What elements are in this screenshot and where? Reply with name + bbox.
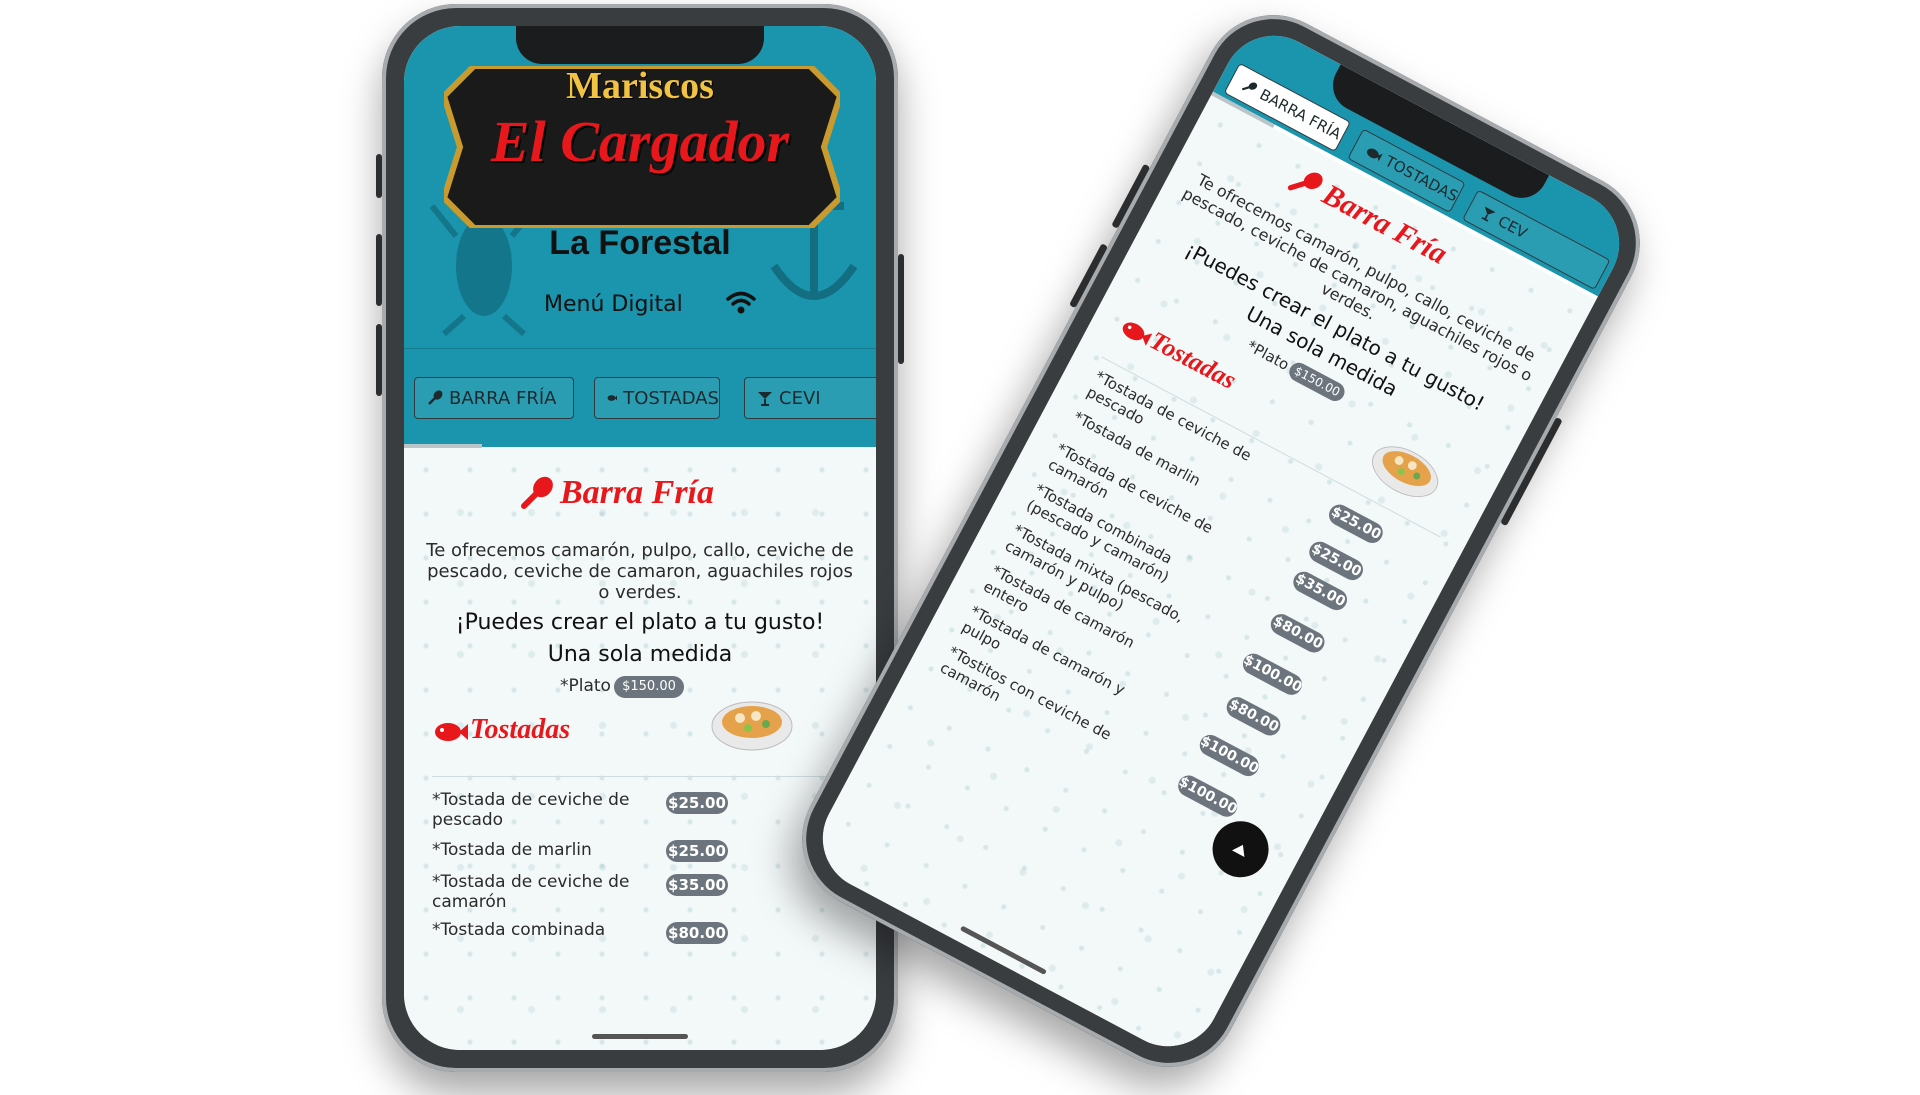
- menu-item-name: *Tostada de ceviche de pescado: [432, 790, 630, 830]
- mute-switch: [376, 154, 382, 198]
- fish-icon: [1367, 148, 1384, 162]
- tab-barra-fria[interactable]: BARRA FRÍA: [414, 377, 574, 419]
- volume-up-button: [376, 234, 382, 306]
- section-divider: [432, 776, 848, 777]
- barra-fria-size-note: Una sola medida: [547, 642, 733, 667]
- menu-item-price: $100.00: [1239, 649, 1306, 699]
- menu-item-price: $25.00: [666, 792, 728, 814]
- logo-el-cargador: El Cargador: [490, 109, 790, 174]
- menu-item-price: $25.00: [1325, 500, 1387, 547]
- menu-item-price: $35.00: [666, 874, 728, 896]
- menu-item-name: *Tostada de ceviche de camarón: [432, 872, 630, 912]
- cocktail-glass-icon: [758, 392, 772, 406]
- menu-item-price: $80.00: [666, 922, 728, 944]
- menu-content: Barra Fría Te ofrecemos camarón, pulpo, …: [804, 95, 1597, 1065]
- site-header: Mariscos El Cargador La Forestal Menú Di…: [404, 26, 876, 348]
- tab-tostadas[interactable]: TOSTADAS: [594, 377, 720, 419]
- cocktail-glass-icon: [1481, 206, 1496, 222]
- fish-icon: [607, 395, 618, 401]
- volume-down-button: [376, 324, 382, 396]
- barra-fria-description: Te ofrecemos camarón, pulpo, callo, cevi…: [426, 540, 854, 603]
- phone-right-screen: BARRA FRÍA TOSTADAS CEV Barra Fría Te of…: [804, 17, 1638, 1065]
- section-title-tostadas: Tostadas: [1145, 325, 1241, 395]
- plate-label: *Plato: [560, 676, 611, 696]
- menu-item-price: $100.00: [1196, 731, 1263, 780]
- tostada-dish-image: [711, 701, 793, 751]
- fish-icon: [435, 723, 468, 741]
- menu-item-name: *Tostada de marlin: [432, 840, 592, 860]
- arrow-up-icon: [1232, 844, 1245, 857]
- tab-label: CEVI: [779, 387, 821, 409]
- spoon-icon: [521, 476, 553, 509]
- phone-right: BARRA FRÍA TOSTADAS CEV Barra Fría Te of…: [777, 0, 1665, 1092]
- menu-item-price: $100.00: [1174, 771, 1241, 821]
- logo-la-forestal: La Forestal: [549, 224, 731, 262]
- menu-digital-label: Menú Digital: [544, 292, 683, 317]
- notch: [516, 26, 764, 64]
- menu-item-price: $80.00: [1267, 610, 1329, 657]
- spoon-icon: [1287, 172, 1323, 191]
- tab-label: TOSTADAS: [623, 387, 719, 409]
- menu-item-price: $25.00: [666, 840, 728, 862]
- scroll-to-top-button[interactable]: [1202, 811, 1279, 888]
- tab-label: BARRA FRÍA: [449, 387, 557, 409]
- plate-price-badge: $150.00: [614, 676, 684, 698]
- menu-item-name: *Tostada combinada: [432, 920, 606, 940]
- home-indicator[interactable]: [592, 1034, 688, 1039]
- category-tabs: BARRA FRÍA TOSTADAS CEVI: [404, 348, 876, 447]
- section-title-tostadas: Tostadas: [470, 714, 571, 745]
- phone-right-stage: BARRA FRÍA TOSTADAS CEV Barra Fría Te of…: [777, 0, 1665, 1092]
- menu-content: Barra Fría Te ofrecemos camarón, pulpo, …: [404, 448, 876, 1050]
- tostada-dish-image: [1372, 446, 1439, 498]
- logo-mariscos: Mariscos: [566, 65, 714, 107]
- tab-label: CEV: [1495, 212, 1531, 243]
- barra-fria-callout: ¡Puedes crear el plato a tu gusto!: [455, 610, 825, 635]
- phone-left-screen: Mariscos El Cargador La Forestal Menú Di…: [404, 26, 876, 1050]
- spoon-icon: [428, 390, 443, 405]
- wifi-icon: [726, 291, 756, 314]
- section-title-barra-fria: Barra Fría: [560, 474, 714, 511]
- menu-item-price: $80.00: [1222, 693, 1285, 740]
- spoon-icon: [1241, 82, 1258, 91]
